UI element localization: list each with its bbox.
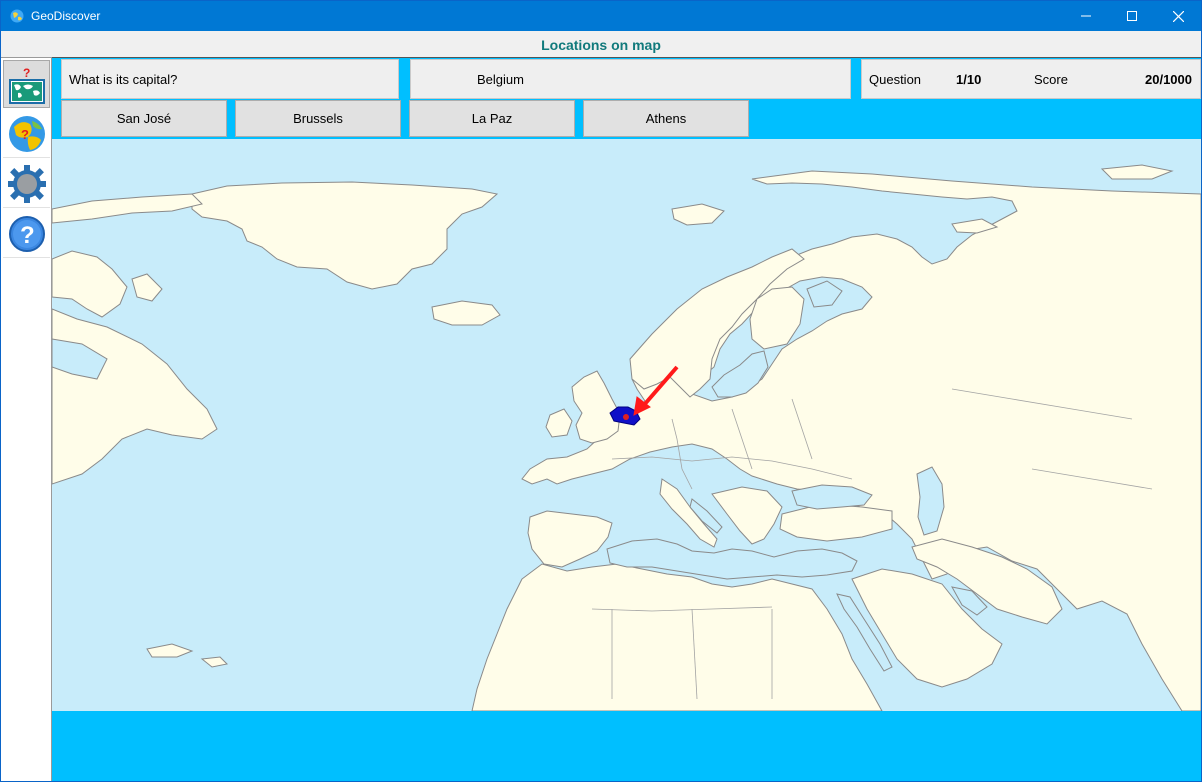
maximize-icon <box>1127 11 1137 21</box>
app-window: GeoDiscover Locations on map ? ? ? What … <box>0 0 1202 782</box>
land-ireland <box>545 408 573 438</box>
land-iberia <box>527 510 613 568</box>
answer-button-3[interactable]: La Paz <box>409 100 575 137</box>
land-balkans <box>711 486 783 545</box>
sidebar-item-settings[interactable] <box>3 160 50 208</box>
sidebar-item-globe-quiz[interactable]: ? <box>3 110 50 158</box>
title-bar: GeoDiscover <box>1 1 1201 31</box>
land-svalbard <box>671 203 725 226</box>
score-label: Score <box>1034 72 1068 87</box>
land-great-britain <box>571 370 621 444</box>
close-button[interactable] <box>1155 1 1201 31</box>
gear-icon <box>8 165 46 203</box>
land-canada-arctic <box>52 193 203 224</box>
sidebar-item-help[interactable]: ? <box>3 210 50 258</box>
sidebar: ? ? ? <box>1 57 52 781</box>
land-iceland <box>431 300 501 326</box>
score-panel: Question 1/10 Score 20/1000 <box>861 59 1201 99</box>
question-label: Question <box>869 72 922 87</box>
app-globe-icon <box>10 9 24 23</box>
land-canada-east <box>52 308 218 485</box>
svg-text:?: ? <box>20 222 35 249</box>
sidebar-item-map-quiz[interactable]: ? <box>3 60 50 108</box>
world-map[interactable] <box>52 139 1201 711</box>
svg-text:?: ? <box>21 127 29 142</box>
map-question-icon: ? <box>9 66 45 104</box>
answer-button-1[interactable]: San José <box>61 100 227 137</box>
answer-button-4[interactable]: Athens <box>583 100 749 137</box>
answer-button-2[interactable]: Brussels <box>235 100 401 137</box>
window-title: GeoDiscover <box>31 9 101 23</box>
land-africa <box>471 563 883 711</box>
minimize-button[interactable] <box>1063 1 1109 31</box>
main-area: What is its capital? Belgium Question 1/… <box>52 57 1201 781</box>
country-marker <box>623 414 629 420</box>
question-progress: 1/10 <box>956 72 982 87</box>
land-anatolia <box>779 503 893 542</box>
map-canvas <box>52 164 1201 711</box>
page-header: Locations on map <box>1 31 1201 57</box>
globe-question-icon: ? <box>9 116 45 152</box>
score-value: 20/1000 <box>1145 72 1192 87</box>
close-icon <box>1172 10 1184 22</box>
maximize-button[interactable] <box>1109 1 1155 31</box>
minimize-icon <box>1081 15 1091 17</box>
question-text: What is its capital? <box>61 59 399 99</box>
help-icon: ? <box>9 216 45 252</box>
svg-text:?: ? <box>23 66 30 80</box>
page-title: Locations on map <box>541 37 661 53</box>
land-greenland <box>191 181 499 290</box>
country-name: Belgium <box>410 59 851 99</box>
